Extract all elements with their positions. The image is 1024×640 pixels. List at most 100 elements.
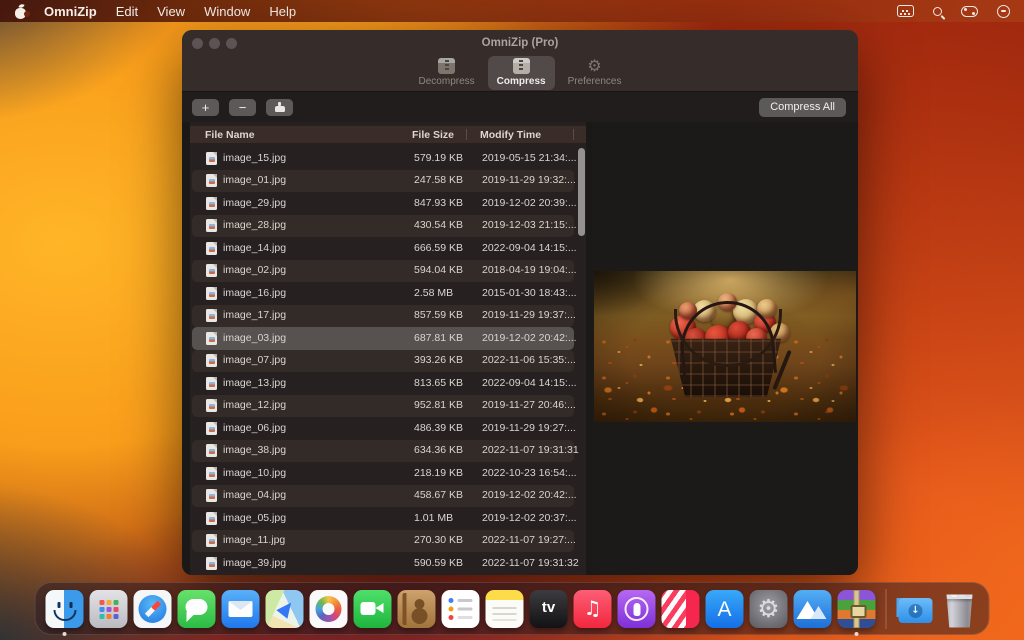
table-row[interactable]: image_14.jpg666.59 KB2022-09-04 14:15:..… (192, 237, 574, 260)
table-header[interactable]: File Name File Size Modify Time (190, 126, 586, 143)
dock-item-contacts[interactable] (398, 590, 436, 628)
file-name: image_10.jpg (223, 467, 286, 479)
file-icon (206, 444, 217, 457)
settings-icon (750, 590, 788, 628)
music-icon (574, 590, 612, 628)
dock-item-podcasts[interactable] (618, 590, 656, 628)
dock-item-trash[interactable] (941, 590, 979, 628)
menu-status-area (897, 5, 1010, 18)
table-row[interactable]: image_38.jpg634.36 KB2022-11-07 19:31:31 (192, 440, 574, 463)
file-size: 634.36 KB (414, 444, 463, 456)
file-modify-time: 2019-12-02 20:37:... (482, 512, 577, 524)
table-row[interactable]: image_03.jpg687.81 KB2019-12-02 20:42:..… (192, 327, 574, 350)
apple-menu-icon[interactable] (14, 4, 27, 19)
dock-item-finder[interactable] (46, 590, 84, 628)
dock-item-safari[interactable] (134, 590, 172, 628)
file-name: image_14.jpg (223, 242, 286, 254)
menu-app-name[interactable]: OmniZip (44, 4, 97, 19)
appstore-icon (706, 590, 744, 628)
dock-item-mail[interactable] (222, 590, 260, 628)
dock-item-notes[interactable] (486, 590, 524, 628)
dock-item-launchpad[interactable] (90, 590, 128, 628)
file-size: 218.19 KB (414, 467, 463, 479)
table-row[interactable]: image_01.jpg247.58 KB2019-11-29 19:32:..… (192, 170, 574, 193)
window-titlebar[interactable]: OmniZip (Pro) (182, 30, 858, 56)
spotlight-search-icon[interactable] (933, 7, 942, 16)
input-source-icon[interactable] (897, 5, 914, 17)
menu-item-view[interactable]: View (157, 4, 185, 19)
menu-bar: OmniZip Edit View Window Help (0, 0, 1024, 22)
file-name: image_13.jpg (223, 377, 286, 389)
dock-item-reminders[interactable] (442, 590, 480, 628)
tab-preferences[interactable]: ⚙ Preferences (559, 56, 631, 90)
dock-item-mountain[interactable] (794, 590, 832, 628)
table-row[interactable]: image_29.jpg847.93 KB2019-12-02 20:39:..… (192, 192, 574, 215)
file-icon (206, 489, 217, 502)
photos-icon (310, 590, 348, 628)
status-circle-icon[interactable] (997, 5, 1010, 18)
table-row[interactable]: image_16.jpg2.58 MB2015-01-30 18:43:... (192, 282, 574, 305)
control-center-icon[interactable] (961, 6, 978, 17)
menu-item-window[interactable]: Window (204, 4, 250, 19)
file-modify-time: 2022-11-07 19:31:31 (482, 444, 579, 456)
file-size: 430.54 KB (414, 219, 463, 231)
table-row[interactable]: image_15.jpg579.19 KB2019-05-15 21:34:..… (192, 147, 574, 170)
running-indicator-dot (63, 632, 67, 636)
tab-compress[interactable]: Compress (488, 56, 555, 90)
clear-list-button[interactable] (266, 99, 293, 116)
dock-item-music[interactable] (574, 590, 612, 628)
menu-item-help[interactable]: Help (269, 4, 296, 19)
dock-separator (886, 589, 887, 629)
compress-all-button[interactable]: Compress All (759, 98, 846, 117)
file-modify-time: 2018-04-19 19:04:... (482, 264, 577, 276)
table-row[interactable]: image_12.jpg952.81 KB2019-11-27 20:46:..… (192, 395, 574, 418)
file-modify-time: 2019-11-29 19:32:... (482, 174, 576, 186)
table-row[interactable]: image_10.jpg218.19 KB2022-10-23 16:54:..… (192, 462, 574, 485)
dock-item-settings[interactable] (750, 590, 788, 628)
file-size: 2.58 MB (414, 287, 453, 299)
dock-item-appletv[interactable] (530, 590, 568, 628)
file-name: image_16.jpg (223, 287, 286, 299)
table-row[interactable]: image_28.jpg430.54 KB2019-12-03 21:15:..… (192, 215, 574, 238)
file-name: image_29.jpg (223, 197, 286, 209)
menu-item-edit[interactable]: Edit (116, 4, 138, 19)
file-name: image_28.jpg (223, 219, 286, 231)
dock-item-downloads[interactable] (897, 590, 935, 628)
table-row[interactable]: image_39.jpg590.59 KB2022-11-07 19:31:32 (192, 552, 574, 575)
dock-item-maps[interactable] (266, 590, 304, 628)
table-row[interactable]: image_17.jpg857.59 KB2019-11-29 19:37:..… (192, 305, 574, 328)
window-title: OmniZip (Pro) (182, 37, 858, 49)
podcasts-icon (618, 590, 656, 628)
file-icon (206, 422, 217, 435)
finder-icon (46, 590, 84, 628)
table-row[interactable]: image_06.jpg486.39 KB2019-11-29 19:27:..… (192, 417, 574, 440)
dock-item-news[interactable] (662, 590, 700, 628)
tab-decompress[interactable]: Decompress (410, 56, 484, 90)
dock-item-omnizip[interactable] (838, 590, 876, 628)
dock-item-facetime[interactable] (354, 590, 392, 628)
scrollbar-thumb[interactable] (578, 148, 585, 236)
column-modify-time[interactable]: Modify Time (480, 129, 541, 141)
table-row[interactable]: image_02.jpg594.04 KB2018-04-19 19:04:..… (192, 260, 574, 283)
file-size: 952.81 KB (414, 399, 463, 411)
column-file-name[interactable]: File Name (205, 129, 255, 141)
file-size: 594.04 KB (414, 264, 463, 276)
file-modify-time: 2022-09-04 14:15:... (482, 242, 577, 254)
file-size: 486.39 KB (414, 422, 463, 434)
dock-item-photos[interactable] (310, 590, 348, 628)
file-size: 847.93 KB (414, 197, 463, 209)
remove-file-button[interactable]: − (229, 99, 256, 116)
table-row[interactable]: image_13.jpg813.65 KB2022-09-04 14:15:..… (192, 372, 574, 395)
table-row[interactable]: image_05.jpg1.01 MB2019-12-02 20:37:... (192, 507, 574, 530)
column-file-size[interactable]: File Size (412, 129, 454, 141)
table-row[interactable]: image_11.jpg270.30 KB2022-11-07 19:27:..… (192, 530, 574, 553)
file-icon (206, 219, 217, 232)
add-file-button[interactable]: + (192, 99, 219, 116)
file-name: image_11.jpg (223, 534, 285, 546)
dock-item-messages[interactable] (178, 590, 216, 628)
dock-item-appstore[interactable] (706, 590, 744, 628)
table-row[interactable]: image_04.jpg458.67 KB2019-12-02 20:42:..… (192, 485, 574, 508)
table-row[interactable]: image_07.jpg393.26 KB2022-11-06 15:35:..… (192, 350, 574, 373)
toolbar-tabstrip: Decompress Compress ⚙ Preferences (182, 56, 858, 92)
file-name: image_07.jpg (223, 354, 286, 366)
